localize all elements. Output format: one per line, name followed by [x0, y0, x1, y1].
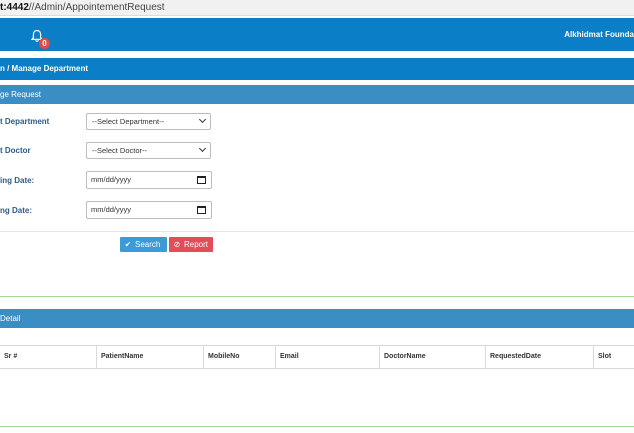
department-select[interactable]: --Select Department--: [86, 113, 211, 130]
column-header-mobile-no[interactable]: MobileNo: [203, 346, 275, 368]
to-date-value: mm/dd/yyyy: [91, 205, 132, 214]
search-button[interactable]: ✔ Search: [120, 237, 167, 252]
department-select-value: --Select Department--: [92, 117, 165, 126]
column-header-patient-name[interactable]: PatientName: [96, 346, 203, 368]
report-button-label: Report: [184, 240, 209, 249]
department-label: t Department: [0, 117, 50, 126]
panel-bottom-border: [0, 296, 634, 297]
doctor-select-value: --Select Doctor--: [92, 146, 148, 155]
ban-icon: ⊘: [173, 240, 181, 249]
calendar-icon[interactable]: [197, 176, 206, 184]
calendar-icon[interactable]: [197, 206, 206, 214]
search-button-label: Search: [135, 240, 161, 249]
doctor-label: t Doctor: [0, 146, 31, 155]
from-date-input[interactable]: mm/dd/yyyy: [86, 171, 212, 189]
appointments-table: Sr # PatientName MobileNo Email DoctorNa…: [0, 345, 634, 369]
column-header-email[interactable]: Email: [275, 346, 379, 368]
detail-panel-bottom-border: [0, 426, 634, 427]
to-date-label: ng Date:: [0, 206, 32, 215]
detail-panel-header: Detail: [0, 309, 634, 328]
breadcrumb: n / Manage Department: [0, 58, 634, 80]
top-navbar: 0 Alkhidmat Founda: [0, 18, 634, 51]
from-date-value: mm/dd/yyyy: [91, 175, 132, 184]
form-divider: [0, 231, 634, 232]
manage-request-panel-header: ge Request: [0, 85, 634, 104]
organization-name[interactable]: Alkhidmat Founda: [564, 30, 634, 39]
to-date-input[interactable]: mm/dd/yyyy: [86, 201, 212, 219]
from-date-label: ing Date:: [0, 176, 35, 185]
notification-count-badge: 0: [39, 38, 50, 49]
chevron-down-icon: [198, 115, 207, 124]
column-header-requested-date[interactable]: RequestedDate: [485, 346, 593, 368]
column-header-sr[interactable]: Sr #: [0, 346, 96, 368]
column-header-slot[interactable]: Slot: [593, 346, 634, 368]
report-button[interactable]: ⊘ Report: [169, 237, 213, 252]
url-text[interactable]: t:4442//Admin/AppointementRequest: [0, 2, 165, 13]
doctor-select[interactable]: --Select Doctor--: [86, 142, 211, 159]
check-icon: ✔: [124, 240, 132, 249]
table-header-row: Sr # PatientName MobileNo Email DoctorNa…: [0, 346, 634, 368]
browser-address-bar[interactable]: t:4442//Admin/AppointementRequest: [0, 0, 634, 16]
column-header-doctor-name[interactable]: DoctorName: [379, 346, 485, 368]
chevron-down-icon: [198, 144, 207, 153]
